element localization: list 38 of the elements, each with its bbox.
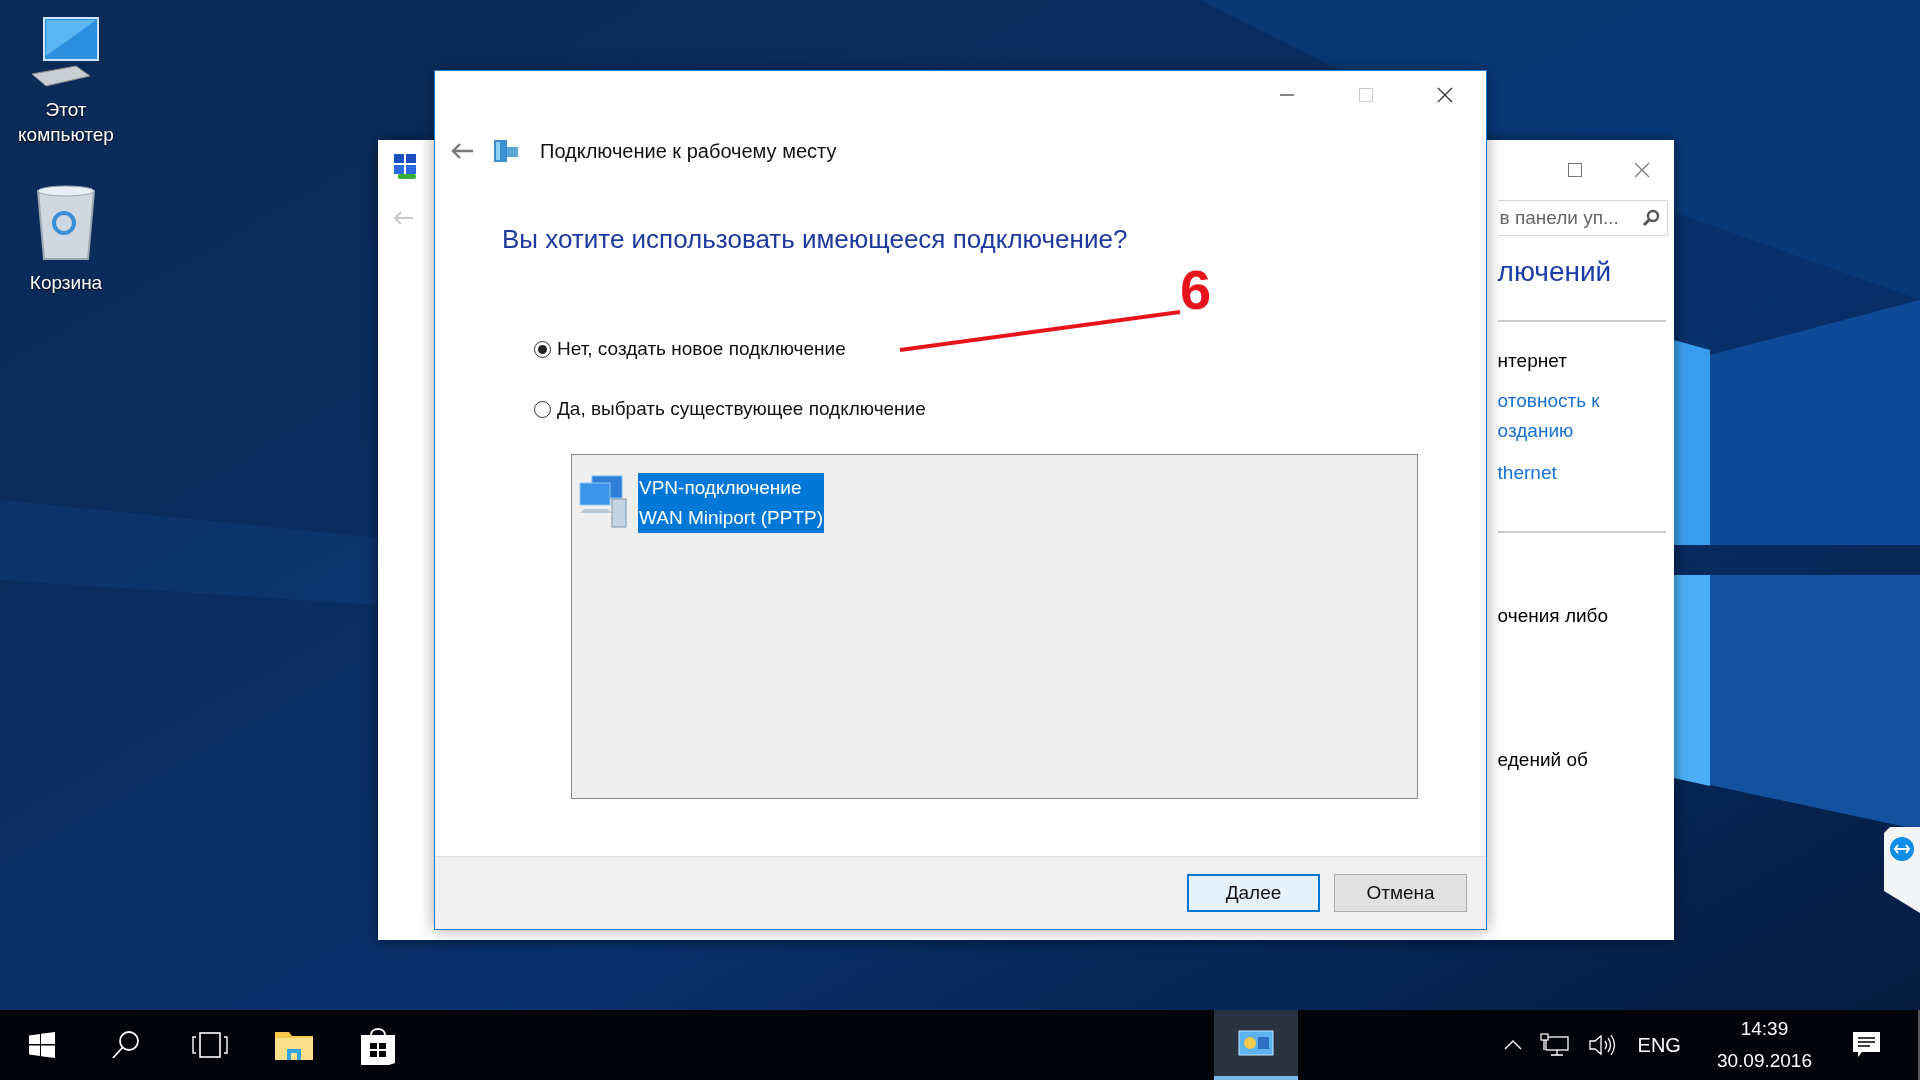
desktop-icon-label[interactable]: Этот компьютер (6, 98, 126, 148)
folder-icon[interactable] (274, 1029, 314, 1061)
search-icon[interactable] (1641, 209, 1660, 227)
app-window-icon[interactable] (1238, 1030, 1274, 1056)
annotation-number: 6 (1180, 262, 1212, 318)
windows-logo-icon[interactable] (29, 1032, 55, 1058)
search-icon[interactable] (111, 1030, 141, 1060)
volume-icon[interactable] (1587, 1033, 1616, 1057)
network-icon[interactable] (1539, 1033, 1570, 1057)
description-text: едений об (1497, 748, 1589, 772)
search-field[interactable]: в панели уп... (1497, 200, 1668, 236)
workplace-connection-icon (492, 139, 520, 163)
shopping-bag-icon[interactable] (359, 1025, 397, 1065)
taskbar-app-button[interactable] (1214, 1010, 1298, 1080)
option-label[interactable]: Нет, создать новое подключение (557, 338, 846, 360)
radio-button[interactable] (534, 340, 551, 358)
dialog-title: Подключение к рабочему месту (540, 139, 837, 163)
connection-item[interactable]: VPN-подключение WAN Miniport (PPTP) (638, 473, 825, 533)
option-label[interactable]: Да, выбрать существующее подключение (557, 398, 926, 420)
clock[interactable]: 14:39 30.09.2016 (1716, 1013, 1812, 1077)
language-indicator[interactable]: ENG (1637, 1033, 1681, 1057)
description-text: очения либо (1497, 604, 1610, 628)
cancel-button[interactable]: Отмена (1334, 874, 1467, 912)
settings-link[interactable]: отовность к (1497, 386, 1666, 416)
section-heading: лючений (1497, 256, 1613, 289)
back-arrow-icon[interactable] (450, 142, 474, 160)
dialog-question: Вы хотите использовать имеющееся подключение? (501, 224, 1129, 254)
task-view-icon[interactable] (190, 1031, 230, 1059)
maximize-icon (1359, 88, 1373, 102)
maximize-icon[interactable] (1568, 163, 1582, 177)
next-button[interactable]: Далее (1187, 874, 1320, 912)
desktop-icon-label[interactable]: Корзина (6, 271, 126, 297)
close-icon[interactable] (1437, 87, 1453, 103)
chevron-up-icon[interactable] (1503, 1040, 1522, 1050)
settings-link[interactable]: озданию (1497, 416, 1666, 446)
description-text: нтернет (1497, 349, 1568, 373)
settings-link[interactable]: thernet (1497, 458, 1666, 488)
radio-button[interactable] (534, 400, 551, 418)
